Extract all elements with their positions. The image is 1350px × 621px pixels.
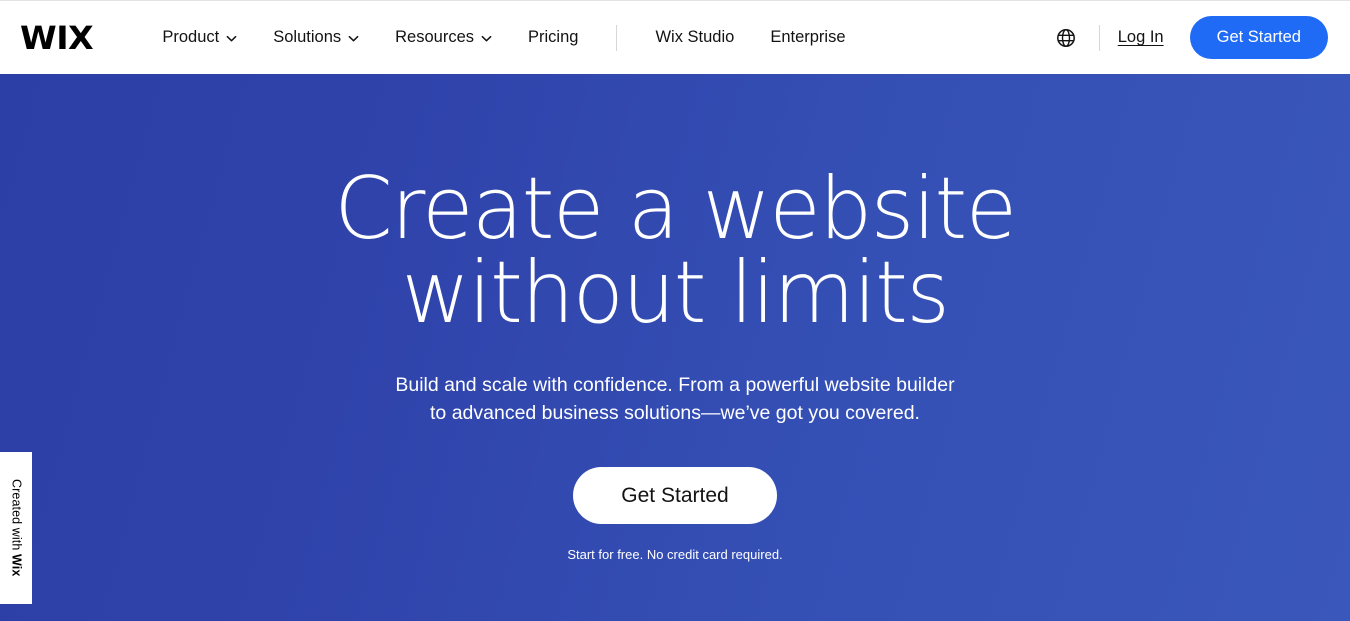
badge-brand: Wix: [9, 554, 24, 577]
nav-item-pricing[interactable]: Pricing: [510, 20, 596, 55]
globe-icon[interactable]: [1053, 25, 1079, 51]
nav-item-product-label: Product: [162, 28, 220, 46]
nav-actions-divider: [1098, 24, 1100, 51]
hero-title: Create a website without limits: [20, 74, 1330, 344]
nav-item-solutions[interactable]: Solutions: [255, 20, 377, 55]
hero-section: Create a website without limits Build an…: [0, 74, 1350, 621]
hero-subtitle-line-1: Build and scale with confidence. From a …: [395, 373, 955, 396]
get-started-button-hero[interactable]: Get Started: [573, 467, 777, 525]
nav-divider: [616, 24, 618, 51]
chevron-down-icon: [226, 33, 237, 44]
hero-content: Create a website without limits Build an…: [0, 74, 1350, 562]
badge-prefix: Created with: [9, 479, 24, 555]
chevron-down-icon: [348, 33, 359, 44]
get-started-button-header[interactable]: Get Started: [1189, 16, 1328, 59]
navigation-actions: Log In Get Started: [1053, 16, 1328, 59]
nav-item-resources-label: Resources: [395, 28, 475, 46]
created-with-wix-badge[interactable]: Created with Wix: [0, 452, 32, 604]
nav-item-solutions-label: Solutions: [273, 28, 342, 46]
top-navigation-bar: WIX Product Solutions Resources Pricing …: [0, 1, 1350, 74]
hero-subtitle-line-2: to advanced business solutions—we’ve got…: [430, 401, 920, 424]
hero-cta-container: Get Started: [0, 427, 1350, 525]
nav-item-product[interactable]: Product: [144, 20, 255, 55]
hero-subtitle: Build and scale with confidence. From a …: [0, 336, 1350, 428]
primary-navigation: Product Solutions Resources Pricing Wix …: [144, 20, 863, 55]
page-root: WIX Product Solutions Resources Pricing …: [0, 0, 1350, 621]
wix-logo[interactable]: WIX: [20, 22, 94, 54]
nav-item-enterprise[interactable]: Enterprise: [752, 20, 863, 55]
hero-title-line-2: without limits: [401, 243, 950, 344]
chevron-down-icon: [481, 33, 492, 44]
nav-item-pricing-label: Pricing: [528, 28, 579, 46]
nav-item-wix-studio-label: Wix Studio: [655, 28, 735, 46]
log-in-link[interactable]: Log In: [1118, 28, 1164, 47]
nav-item-wix-studio[interactable]: Wix Studio: [637, 20, 752, 55]
hero-cta-note: Start for free. No credit card required.: [567, 547, 783, 563]
nav-item-resources[interactable]: Resources: [377, 20, 510, 55]
nav-item-enterprise-label: Enterprise: [770, 28, 846, 46]
created-with-wix-badge-text: Created with Wix: [9, 479, 24, 577]
hero-title-line-1: Create a website: [334, 159, 1017, 259]
